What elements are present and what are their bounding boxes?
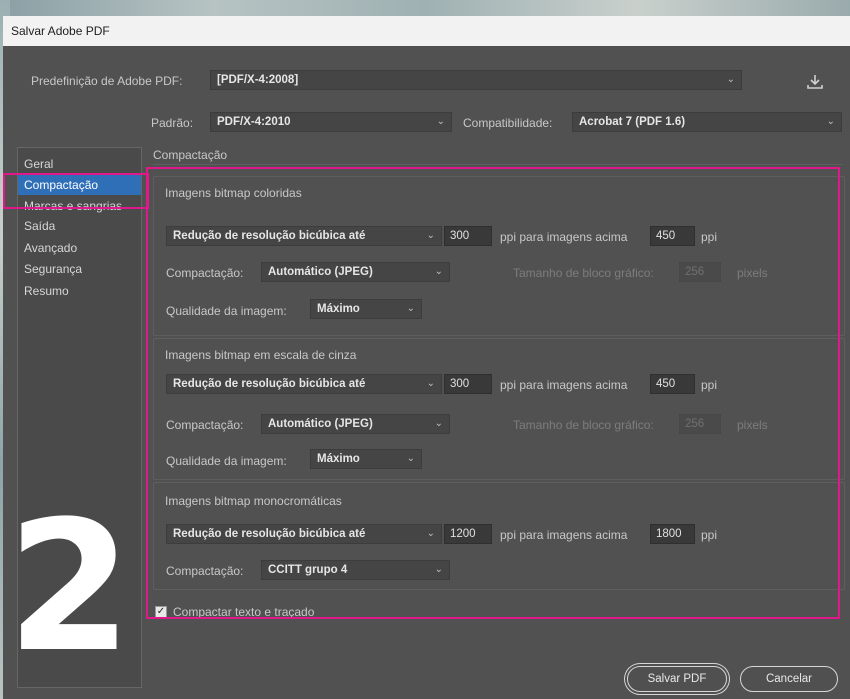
compatibility-select[interactable]: Acrobat 7 (PDF 1.6) ⌄ [572, 112, 842, 132]
highlight-sidebar-item [3, 173, 149, 209]
download-icon[interactable] [806, 74, 824, 90]
chevron-down-icon: ⌄ [826, 116, 835, 127]
step-number-overlay: 2 [6, 483, 132, 692]
sidebar-item-saida[interactable]: Saída [18, 216, 141, 236]
chevron-down-icon: ⌄ [436, 116, 445, 127]
cancel-button[interactable]: Cancelar [740, 666, 838, 692]
standard-value: PDF/X-4:2010 [217, 116, 291, 128]
compatibility-label: Compatibilidade: [463, 116, 553, 130]
preset-value: [PDF/X-4:2008] [217, 74, 299, 86]
window-title: Salvar Adobe PDF [3, 16, 850, 46]
section-title: Compactação [153, 148, 228, 162]
compatibility-value: Acrobat 7 (PDF 1.6) [579, 116, 686, 128]
preset-label: Predefinição de Adobe PDF: [31, 74, 183, 88]
sidebar-item-seguranca[interactable]: Segurança [18, 259, 141, 279]
standard-select[interactable]: PDF/X-4:2010 ⌄ [210, 112, 452, 132]
sidebar-item-avancado[interactable]: Avançado [18, 238, 141, 258]
standard-label: Padrão: [151, 116, 194, 130]
section-divider [153, 164, 843, 165]
chevron-down-icon: ⌄ [726, 74, 735, 85]
save-pdf-button[interactable]: Salvar PDF [627, 666, 727, 692]
highlight-compression-panel [146, 167, 840, 619]
sidebar-item-geral[interactable]: Geral [18, 154, 141, 174]
preset-select[interactable]: [PDF/X-4:2008] ⌄ [210, 70, 742, 90]
sidebar-item-resumo[interactable]: Resumo [18, 281, 141, 301]
